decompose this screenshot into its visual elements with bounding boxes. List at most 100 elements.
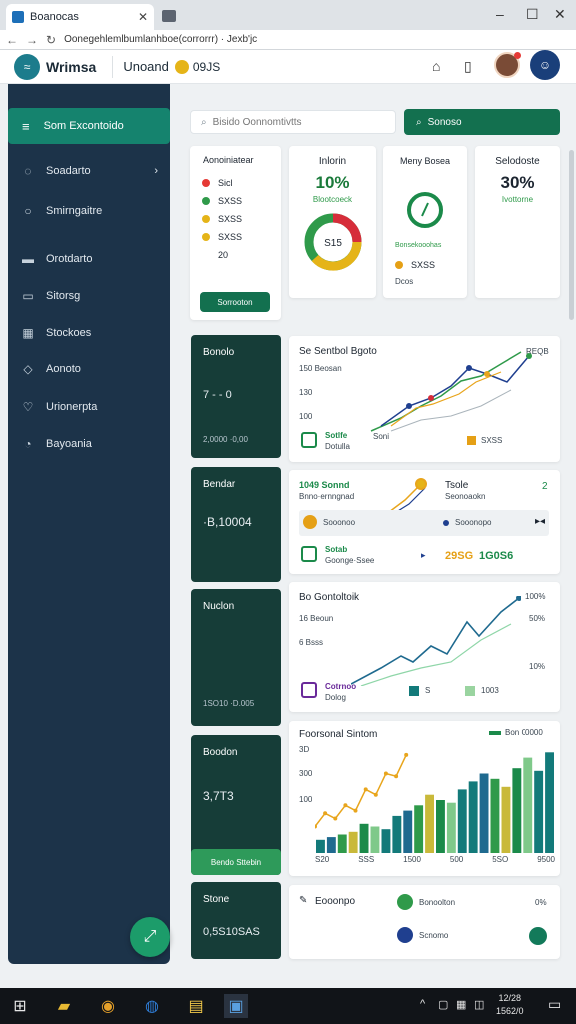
trend-point — [404, 752, 409, 757]
bar — [512, 768, 522, 853]
close-window-button[interactable]: ✕ — [554, 6, 566, 23]
close-tab-icon[interactable]: ✕ — [138, 10, 148, 24]
tray-chevron-icon[interactable]: ^ — [420, 998, 425, 1010]
bar — [436, 800, 445, 853]
axis-tick: 3D — [299, 745, 310, 754]
trend-point — [394, 774, 399, 779]
dark-card-value: ·B,10004 — [203, 515, 252, 529]
bar-chart-card: Foorsonal Sintom Bon Goos 0000 3D 300 10… — [289, 721, 560, 876]
maximize-button[interactable]: ☐ — [526, 6, 539, 23]
file-explorer-icon[interactable]: ▰ — [52, 994, 76, 1018]
search-button[interactable]: ⌕ Sonoso — [404, 109, 560, 135]
address-bar: ← → ↻ Oonegehlemlbumlanhboe(corrorrr) · … — [0, 30, 576, 50]
trend-point — [333, 816, 338, 821]
pencil-icon[interactable]: ✎ — [299, 895, 307, 906]
new-tab-icon[interactable] — [162, 10, 176, 22]
legend-swatch — [489, 731, 501, 735]
volume-icon[interactable]: ◫ — [474, 998, 484, 1011]
line-chart-card-1: Se Sentbol Bgoto REQB 150 Beosan 130 100… — [289, 336, 560, 462]
progress-dot — [443, 520, 449, 526]
windows-start-icon[interactable]: ⊞ — [8, 994, 32, 1018]
sidebar-item-label: Stockoes — [46, 327, 92, 339]
dark-card-2: Bendar ·B,10004 — [191, 467, 281, 582]
axis-right-tick: 50% — [529, 614, 546, 623]
circle-icon: ○ — [24, 204, 32, 218]
legend-label: SXSS — [218, 196, 243, 206]
sidebar-item-2[interactable]: ○ Smirngaitre — [8, 198, 170, 224]
app-icon[interactable]: ▣ — [224, 994, 248, 1018]
sidebar-item-label: Urionerpta — [46, 401, 98, 413]
line-chart-card-3: Bo Gontoltoik 100% 50% 10% 16 Beoun 6 Bs… — [289, 582, 560, 712]
chrome-icon[interactable]: ◉ — [96, 994, 120, 1018]
sidebar-item-1[interactable]: ◌ Soadarto › — [8, 158, 170, 184]
forward-icon[interactable]: → — [26, 33, 38, 47]
kpi-percent: 10% — [315, 173, 350, 192]
dark-card-4: Boodon 3,7T3 Bendo Sttebin — [191, 735, 281, 875]
back-icon[interactable]: ← — [6, 33, 18, 47]
dark-card-1: Bonolo 7 - - 0 2,0000 ·0,00 — [191, 335, 281, 458]
progress-row-1: Sooonoo Sooonopo ▸◂ — [299, 510, 549, 536]
trend-point — [323, 811, 328, 816]
notifications-icon[interactable]: ▭ — [548, 996, 561, 1013]
legend-dot — [202, 179, 210, 187]
bar — [479, 773, 489, 853]
floating-action-button[interactable]: ⤢ — [130, 917, 170, 957]
legend-swatch — [409, 686, 419, 696]
search-input[interactable] — [212, 116, 373, 128]
user-menu-button[interactable]: ☺ — [530, 50, 560, 80]
series-blue — [380, 355, 530, 427]
x-tick: S20 — [315, 855, 330, 864]
dark-card-sub: 2,0000 ·0,00 — [203, 435, 248, 444]
search-box[interactable]: ⌕ — [190, 110, 396, 134]
list-row-icon — [397, 927, 413, 943]
sidebar-item-label: Bayoania — [46, 438, 92, 450]
legend-value: 0000 — [525, 728, 543, 737]
sidebar-item-8[interactable]: ◔ Bayoania — [8, 431, 170, 457]
coin-icon — [174, 59, 189, 74]
list-row-action-icon[interactable] — [529, 927, 547, 945]
dark-card-title: Boodon — [203, 747, 238, 758]
legend-label: SXSS — [218, 232, 243, 242]
bar-chart — [315, 752, 554, 853]
scrollbar[interactable] — [569, 150, 574, 320]
sidebar-item-3[interactable]: ▬ Orotdarto — [8, 246, 170, 272]
legend-label: 1003 — [481, 686, 499, 695]
panel-right-title: Tsole — [445, 480, 469, 491]
edge-icon[interactable]: ◍ — [140, 994, 164, 1018]
panel-sub: Bnno·ernngnad — [299, 492, 355, 501]
trend-line — [315, 754, 407, 827]
list-row-label[interactable]: Bonoolton — [419, 898, 455, 907]
axis-tick: 300 — [299, 769, 313, 778]
x-tick: SSS — [358, 855, 375, 864]
list-row-label[interactable]: Scnomo — [419, 931, 448, 940]
heart-icon: ♡ — [22, 400, 34, 414]
url-field[interactable]: Oonegehlemlbumlanhboe(corrorrr) · Jexb'j… — [64, 34, 257, 45]
sidebar-item-6[interactable]: ◇ Aonoto — [8, 356, 170, 382]
taskbar-clock[interactable]: 12/28 1562/0 — [496, 992, 524, 1018]
summary-button[interactable]: Sorrooton — [200, 292, 270, 312]
series-blue — [351, 597, 520, 685]
kpi-value: SXSS — [411, 260, 436, 270]
legend-sub: Dolog — [325, 693, 346, 702]
search-icon: ⌕ — [201, 116, 207, 128]
minimize-button[interactable]: – — [496, 6, 504, 22]
dark-card-title: Bendar — [203, 479, 236, 490]
sidebar-item-label: Smirngaitre — [46, 205, 103, 217]
network-icon[interactable]: ▦ — [456, 998, 466, 1011]
tray-icon[interactable]: ▢ — [438, 998, 448, 1011]
axis-right-tick: 100% — [525, 592, 546, 601]
legend-swatch — [467, 436, 476, 445]
sidebar-item-5[interactable]: ▦ Stockoes — [8, 320, 170, 346]
reload-icon[interactable]: ↻ — [46, 33, 56, 47]
book-icon[interactable]: ▯ — [464, 58, 472, 75]
row2-sub: Goonge·Ssee — [325, 556, 375, 565]
bar — [337, 834, 347, 853]
pin-icon[interactable]: ⌂ — [432, 58, 440, 74]
browser-tab[interactable]: Boanocas ✕ — [6, 4, 154, 30]
sidebar-item-4[interactable]: ▭ Sitorsg — [8, 283, 170, 309]
notes-icon[interactable]: ▤ — [184, 994, 208, 1018]
row2-label: Sotab — [325, 545, 348, 554]
dark-card-button[interactable]: Bendo Sttebin — [191, 849, 281, 875]
sidebar-item-7[interactable]: ♡ Urionerpta — [8, 394, 170, 420]
sidebar-item-active[interactable]: ≡ Som Excontoido — [8, 108, 170, 144]
